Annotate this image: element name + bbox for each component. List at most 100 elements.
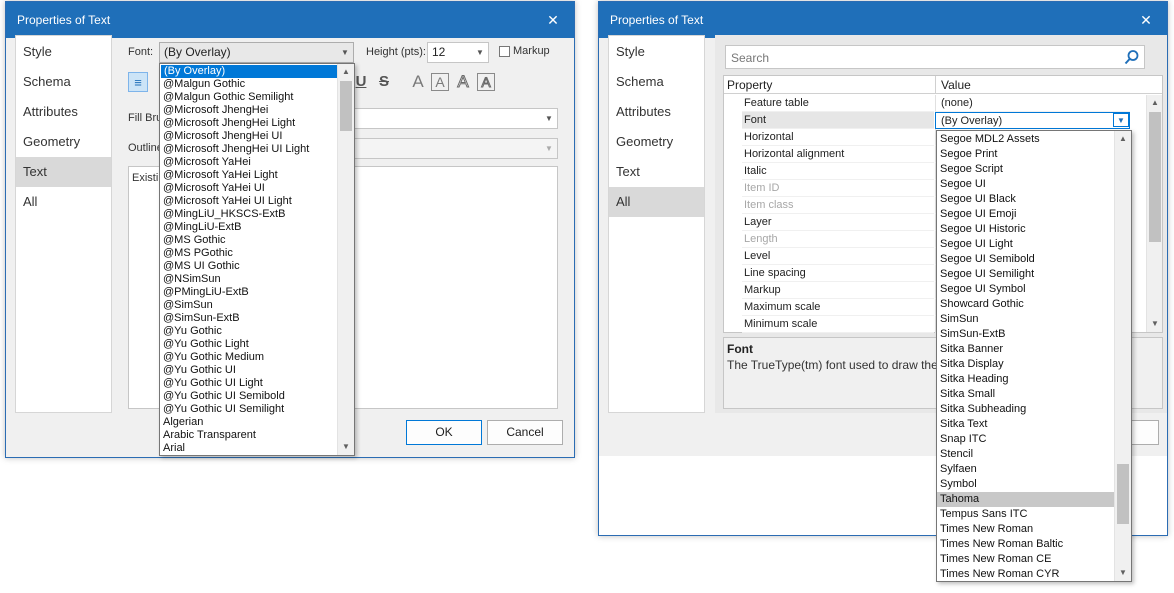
font-option[interactable]: @MS PGothic [160,247,354,260]
font-option[interactable]: Segoe UI Black [937,192,1114,207]
search-field[interactable]: Search [725,45,1145,69]
search-input[interactable]: Search [731,51,769,65]
font-option[interactable]: @Microsoft YaHei Light [160,169,354,182]
font-option[interactable]: @Microsoft YaHei [160,156,354,169]
nav-item-schema[interactable]: Schema [609,67,704,97]
height-combo[interactable]: 12 ▼ [427,42,489,63]
nav-item-geometry[interactable]: Geometry [16,127,111,157]
font-option[interactable]: Times New Roman Baltic [937,537,1114,552]
font-option[interactable]: @Microsoft JhengHei [160,104,354,117]
grid-scrollbar[interactable]: ▲ ▼ [1146,95,1162,332]
font-option[interactable]: Snap ITC [937,432,1114,447]
font-option[interactable]: @MingLiU_HKSCS-ExtB [160,208,354,221]
scroll-thumb[interactable] [340,81,352,131]
scroll-down-icon[interactable]: ▼ [338,439,354,455]
font-option[interactable]: @Yu Gothic [160,325,354,338]
cancel-button[interactable] [1129,420,1159,445]
font-option[interactable]: Showcard Gothic [937,297,1114,312]
font-option[interactable]: @Yu Gothic Medium [160,351,354,364]
close-icon[interactable]: ✕ [544,11,562,29]
scroll-down-icon[interactable]: ▼ [1115,565,1131,581]
property-value[interactable]: (By Overlay) [935,112,1130,129]
font-option[interactable]: Segoe Print [937,147,1114,162]
dropdown-scrollbar[interactable]: ▲ ▼ [337,64,354,455]
chevron-down-icon[interactable]: ▼ [1113,113,1129,127]
font-option[interactable]: @Microsoft JhengHei Light [160,117,354,130]
font-option[interactable]: Segoe Script [937,162,1114,177]
font-option[interactable]: @Yu Gothic UI Semilight [160,403,354,416]
font-option[interactable]: Times New Roman CYR [937,567,1114,581]
font-option[interactable]: Tempus Sans ITC [937,507,1114,522]
font-option[interactable]: @Yu Gothic UI [160,364,354,377]
text-style-boxed-outline-icon[interactable]: A [476,72,496,92]
close-icon[interactable]: ✕ [1137,11,1155,29]
font-combo[interactable]: (By Overlay) ▼ [159,42,354,63]
nav-item-schema[interactable]: Schema [16,67,111,97]
font-option[interactable]: @Yu Gothic UI Semibold [160,390,354,403]
font-option[interactable]: Segoe UI [937,177,1114,192]
scroll-down-icon[interactable]: ▼ [1147,316,1163,332]
strikethrough-icon[interactable]: S [374,72,394,92]
property-row[interactable]: Feature table (none) [724,95,1144,112]
font-option[interactable]: Sitka Heading [937,372,1114,387]
font-option[interactable]: @Malgun Gothic [160,78,354,91]
font-option[interactable]: Segoe UI Symbol [937,282,1114,297]
chevron-down-icon[interactable]: ▼ [472,43,488,62]
nav-item-geometry[interactable]: Geometry [609,127,704,157]
font-option[interactable]: SimSun [937,312,1114,327]
font-option[interactable]: Arabic Transparent [160,429,354,442]
font-option[interactable]: @MS Gothic [160,234,354,247]
nav-item-text[interactable]: Text [16,157,111,187]
font-option[interactable]: Sitka Display [937,357,1114,372]
font-option[interactable]: Times New Roman CE [937,552,1114,567]
font-option[interactable]: @Malgun Gothic Semilight [160,91,354,104]
scroll-up-icon[interactable]: ▲ [1147,95,1163,111]
font-dropdown-list[interactable]: (By Overlay) @Malgun Gothic @Malgun Gothic… [159,63,355,456]
font-option[interactable]: (By Overlay) [161,65,337,78]
font-option[interactable]: Segoe UI Semibold [937,252,1114,267]
font-option[interactable]: Sitka Text [937,417,1114,432]
font-option[interactable]: @Microsoft YaHei UI Light [160,195,354,208]
font-option[interactable]: Times New Roman [937,522,1114,537]
fill-brush-combo[interactable]: ▼ [351,108,558,129]
cancel-button[interactable]: Cancel [487,420,563,445]
font-option[interactable]: Segoe UI Historic [937,222,1114,237]
align-left-icon[interactable]: ≡ [128,72,148,92]
font-option[interactable]: Symbol [937,477,1114,492]
font-option[interactable]: @SimSun-ExtB [160,312,354,325]
font-option[interactable]: Arial [160,442,354,455]
font-option[interactable]: @NSimSun [160,273,354,286]
chevron-down-icon[interactable]: ▼ [337,43,353,62]
nav-item-attributes[interactable]: Attributes [16,97,111,127]
font-option[interactable]: Segoe UI Emoji [937,207,1114,222]
ok-button[interactable]: OK [406,420,482,445]
outline-combo[interactable]: ▼ [351,138,558,159]
font-option[interactable]: Sitka Banner [937,342,1114,357]
font-option[interactable]: @MingLiU-ExtB [160,221,354,234]
dropdown-scrollbar[interactable]: ▲ ▼ [1114,131,1131,581]
font-option[interactable]: @SimSun [160,299,354,312]
search-icon[interactable] [1124,49,1140,65]
nav-item-all[interactable]: All [16,187,111,217]
text-style-plain-icon[interactable]: A [408,72,428,92]
nav-item-style[interactable]: Style [609,37,704,67]
font-option[interactable]: Sitka Subheading [937,402,1114,417]
font-option[interactable]: @MS UI Gothic [160,260,354,273]
nav-item-text[interactable]: Text [609,157,704,187]
nav-item-style[interactable]: Style [16,37,111,67]
font-option[interactable]: Segoe UI Light [937,237,1114,252]
font-option[interactable]: @Yu Gothic Light [160,338,354,351]
font-option[interactable]: Algerian [160,416,354,429]
nav-item-attributes[interactable]: Attributes [609,97,704,127]
font-option[interactable]: @Microsoft JhengHei UI [160,130,354,143]
font-option[interactable]: Sitka Small [937,387,1114,402]
font-option[interactable]: Tahoma [937,492,1114,507]
scroll-thumb[interactable] [1117,464,1129,524]
font-option[interactable]: @PMingLiU-ExtB [160,286,354,299]
font-option[interactable]: @Microsoft JhengHei UI Light [160,143,354,156]
font-option[interactable]: Segoe MDL2 Assets [937,132,1114,147]
font-option[interactable]: Stencil [937,447,1114,462]
chevron-down-icon[interactable]: ▼ [541,139,557,158]
font-option[interactable]: Segoe UI Semilight [937,267,1114,282]
text-style-boxed-icon[interactable]: A [430,72,450,92]
